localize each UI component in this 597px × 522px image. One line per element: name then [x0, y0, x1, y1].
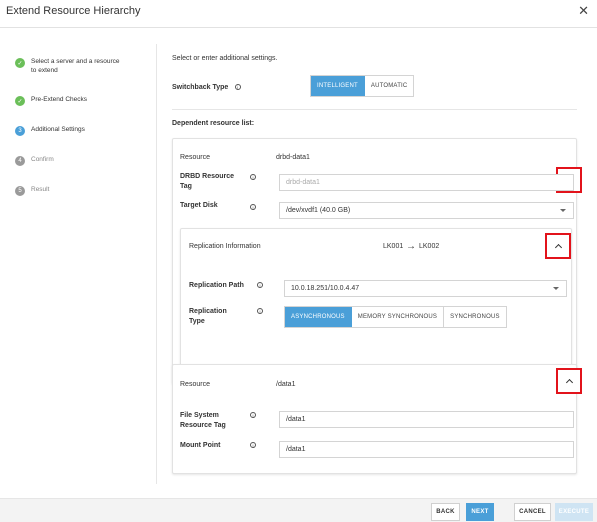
- step-pre-extend-checks: ✓ Pre-Extend Checks: [15, 95, 87, 106]
- replication-path-label: Replication Path: [189, 282, 244, 289]
- settings-panel: Select or enter additional settings. Swi…: [157, 28, 597, 498]
- switchback-toggle: INTELLIGENT AUTOMATIC: [310, 75, 415, 97]
- wizard-stepper: ✓ Select a server and a resource to exte…: [0, 28, 155, 498]
- mount-point-input[interactable]: /data1: [279, 441, 574, 458]
- close-icon[interactable]: ✕: [578, 3, 589, 19]
- back-button[interactable]: BACK: [431, 503, 460, 521]
- replication-type-label: Replication Type: [189, 308, 227, 325]
- chevron-down-icon: [560, 209, 566, 212]
- switchback-row: Switchback Type i: [172, 82, 241, 91]
- arrow-right-icon: →: [406, 241, 416, 252]
- fs-tag-label: File System Resource Tag: [180, 412, 226, 429]
- info-icon[interactable]: i: [234, 83, 241, 90]
- resource-label: Resource: [180, 154, 210, 161]
- drbd-tag-label: DRBD Resource Tag: [180, 173, 235, 190]
- info-icon[interactable]: i: [257, 282, 263, 288]
- target-disk-label: Target Disk: [180, 202, 218, 209]
- drbd-tag-input[interactable]: drbd-data1: [279, 174, 574, 191]
- target-disk-value: /dev/xvdf1 (40.0 GB): [286, 207, 351, 214]
- mount-point-label: Mount Point: [180, 442, 221, 449]
- dependent-list-heading: Dependent resource list:: [172, 120, 255, 127]
- info-icon[interactable]: i: [250, 174, 256, 180]
- dialog-footer: BACK NEXT CANCEL EXECUTE: [0, 498, 597, 522]
- dialog-title: Extend Resource Hierarchy: [6, 5, 141, 17]
- execute-button: EXECUTE: [555, 503, 593, 521]
- section-divider: [172, 109, 577, 110]
- step-confirm: 4 Confirm: [15, 155, 54, 166]
- resource-label: Resource: [180, 381, 210, 388]
- collapse-card-button[interactable]: [556, 368, 582, 394]
- info-icon[interactable]: i: [250, 442, 256, 448]
- info-icon[interactable]: i: [257, 308, 263, 314]
- replication-type-toggle: ASYNCHRONOUS MEMORY SYNCHRONOUS SYNCHRON…: [284, 306, 507, 328]
- step-number-badge: 5: [15, 186, 25, 196]
- step-additional-settings: 3 Additional Settings: [15, 125, 85, 136]
- synchronous-button[interactable]: SYNCHRONOUS: [444, 307, 506, 327]
- chevron-up-icon: [565, 378, 573, 387]
- intro-text: Select or enter additional settings.: [172, 55, 278, 62]
- step-label: Pre-Extend Checks: [31, 96, 87, 103]
- source-node: LK001: [383, 243, 404, 250]
- replication-title: Replication Information: [189, 243, 261, 250]
- resource-value: drbd-data1: [276, 154, 310, 161]
- chevron-down-icon: [553, 287, 559, 290]
- target-node: LK002: [419, 243, 440, 250]
- replication-card: Replication Information LK001 → LK002 Re…: [180, 228, 572, 369]
- fs-tag-input[interactable]: /data1: [279, 411, 574, 428]
- check-icon: ✓: [15, 96, 25, 106]
- step-result: 5 Result: [15, 185, 49, 196]
- resource-card-drbd: Resource drbd-data1 DRBD Resource Tag i …: [172, 138, 582, 384]
- info-icon[interactable]: i: [250, 204, 256, 210]
- target-disk-select[interactable]: /dev/xvdf1 (40.0 GB): [279, 202, 574, 219]
- step-label: Confirm: [31, 156, 54, 163]
- title-bar: Extend Resource Hierarchy ✕: [0, 0, 597, 28]
- resource-value: /data1: [276, 381, 296, 388]
- cancel-button[interactable]: CANCEL: [514, 503, 551, 521]
- memory-synchronous-button[interactable]: MEMORY SYNCHRONOUS: [352, 307, 445, 327]
- switchback-automatic-button[interactable]: AUTOMATIC: [365, 76, 414, 96]
- step-number-badge: 4: [15, 156, 25, 166]
- step-label: Additional Settings: [31, 126, 85, 133]
- collapse-replication-button[interactable]: [545, 233, 571, 259]
- check-icon: ✓: [15, 58, 25, 68]
- step-select-resource: ✓ Select a server and a resource to exte…: [15, 57, 126, 75]
- switchback-label: Switchback Type: [172, 84, 229, 91]
- step-label: Select a server and a resource to extend: [31, 58, 120, 74]
- asynchronous-button[interactable]: ASYNCHRONOUS: [285, 307, 352, 327]
- resource-card-filesystem: Resource /data1 File System Resource Tag…: [172, 364, 582, 474]
- info-icon[interactable]: i: [250, 412, 256, 418]
- replication-path-value: 10.0.18.251/10.0.4.47: [291, 285, 360, 292]
- chevron-up-icon: [554, 243, 562, 252]
- replication-path-select[interactable]: 10.0.18.251/10.0.4.47: [284, 280, 567, 297]
- switchback-intelligent-button[interactable]: INTELLIGENT: [311, 76, 365, 96]
- next-button[interactable]: NEXT: [466, 503, 494, 521]
- step-number-badge: 3: [15, 126, 25, 136]
- step-label: Result: [31, 186, 50, 193]
